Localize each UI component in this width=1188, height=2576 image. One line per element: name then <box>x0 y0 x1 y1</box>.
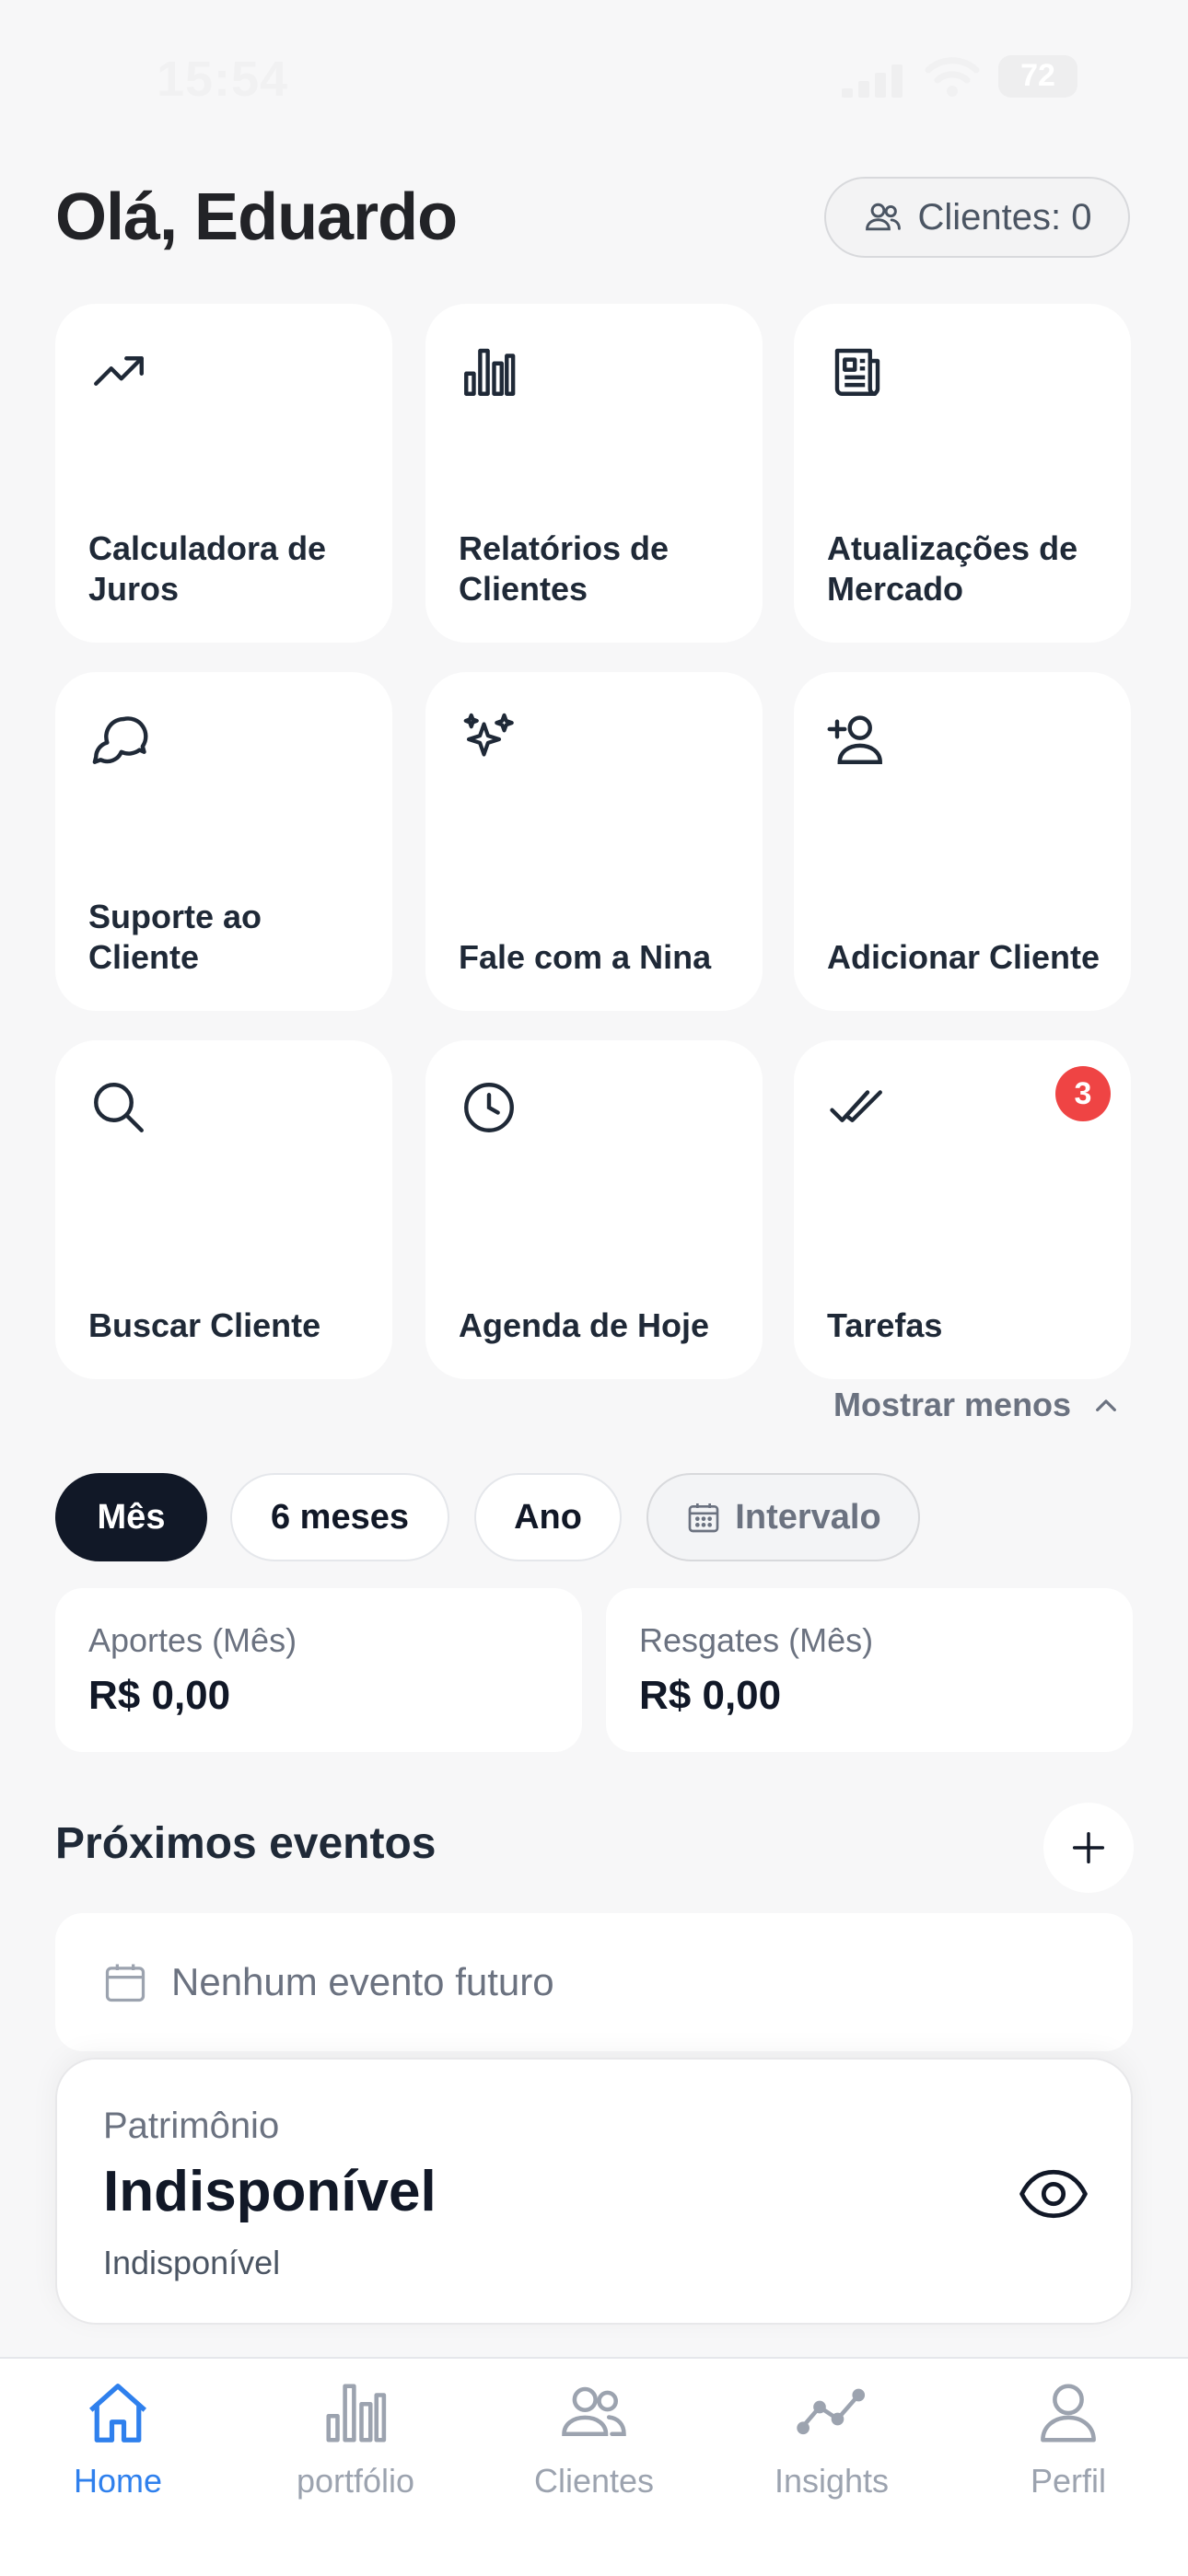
double-check-icon <box>830 1090 882 1122</box>
clients-count-button[interactable]: Clientes: 0 <box>824 177 1130 258</box>
greeting-title: Olá, Eduardo <box>55 180 458 254</box>
tab-portfolio[interactable]: portfólio <box>263 2377 448 2501</box>
users-icon <box>865 203 901 231</box>
add-event-button[interactable] <box>1043 1803 1134 1893</box>
signal-icon <box>842 64 903 98</box>
filter-year-label: Ano <box>514 1497 582 1537</box>
user-icon <box>1041 2384 1096 2443</box>
tasks-count-badge: 3 <box>1055 1066 1111 1121</box>
wifi-icon <box>925 57 980 97</box>
aportes-label: Aportes (Mês) <box>88 1621 297 1659</box>
tab-home[interactable]: Home <box>26 2377 210 2501</box>
events-empty-text: Nenhum evento futuro <box>171 1960 554 2003</box>
aportes-value: R$ 0,00 <box>88 1673 231 1718</box>
events-section-title: Próximos eventos <box>55 1819 437 1868</box>
tile-label: Tarefas <box>827 1306 943 1344</box>
search-icon <box>94 1083 144 1132</box>
tile-search-client[interactable]: Buscar Cliente <box>55 1040 392 1379</box>
patrimonio-value: Indisponível <box>103 2160 437 2223</box>
calendar-icon <box>105 1964 146 2002</box>
filter-six-months-chip[interactable]: 6 meses <box>230 1473 449 1561</box>
battery-level: 72 <box>1020 58 1055 93</box>
tile-label: Calculadora de Juros <box>88 529 327 608</box>
tab-label: Home <box>73 2462 163 2500</box>
tile-today-agenda[interactable]: Agenda de Hoje <box>425 1040 763 1379</box>
tile-client-reports[interactable]: Relatórios de Clientes <box>425 304 763 643</box>
bar-chart-icon <box>464 348 516 396</box>
tile-interest-calculator[interactable]: Calculadora de Juros <box>55 304 392 643</box>
trending-up-icon <box>94 356 144 386</box>
patrimonio-subtext: Indisponível <box>103 2244 281 2281</box>
resgates-label: Resgates (Mês) <box>639 1621 874 1659</box>
tile-label: Relatórios de Clientes <box>459 529 670 608</box>
tile-label: Suporte ao Cliente <box>88 898 262 976</box>
bottom-tab-bar: Home portfólio Clientes Insights Perfil <box>0 2357 1188 2576</box>
tab-label: Insights <box>774 2462 890 2500</box>
show-less-label: Mostrar menos <box>833 1386 1072 1423</box>
show-less-button[interactable]: Mostrar menos <box>833 1386 1121 1424</box>
bar-chart-icon <box>326 2384 387 2443</box>
patrimonio-label: Patrimônio <box>103 2106 280 2146</box>
tile-label: Fale com a Nina <box>459 938 712 976</box>
filter-six-months-label: 6 meses <box>270 1497 409 1537</box>
tile-customer-support[interactable]: Suporte ao Cliente <box>55 672 392 1011</box>
clients-count-label: Clientes: 0 <box>917 196 1092 238</box>
tab-profile[interactable]: Perfil <box>976 2377 1160 2501</box>
home-icon <box>89 2384 146 2443</box>
users-icon <box>562 2386 626 2437</box>
resgates-value: R$ 0,00 <box>639 1673 782 1718</box>
tab-label: Clientes <box>533 2462 655 2500</box>
status-time: 15:54 <box>157 52 289 107</box>
newspaper-icon <box>834 348 880 396</box>
aportes-card: Aportes (Mês) R$ 0,00 <box>55 1588 582 1752</box>
filter-month-chip[interactable]: Mês <box>55 1473 207 1561</box>
tab-label: portfólio <box>296 2462 415 2500</box>
tile-talk-to-nina[interactable]: Fale com a Nina <box>425 672 763 1011</box>
tile-label: Agenda de Hoje <box>459 1306 710 1344</box>
events-empty-state: Nenhum evento futuro <box>55 1913 1133 2051</box>
calendar-icon <box>688 1503 719 1533</box>
chevron-up-icon <box>1096 1399 1117 1411</box>
tile-tasks[interactable]: 3 Tarefas <box>794 1040 1131 1379</box>
tab-insights[interactable]: Insights <box>740 2377 924 2501</box>
resgates-card: Resgates (Mês) R$ 0,00 <box>606 1588 1133 1752</box>
sparkles-icon <box>463 713 514 757</box>
filter-month-label: Mês <box>97 1497 166 1537</box>
tile-market-updates[interactable]: Atualizações de Mercado <box>794 304 1131 643</box>
line-chart-icon <box>797 2388 866 2435</box>
status-bar: 15:54 72 <box>0 0 1188 157</box>
user-plus-icon <box>827 715 882 764</box>
battery-icon: 72 <box>998 55 1077 98</box>
patrimonio-card: Patrimônio Indisponível Indisponível <box>55 2058 1133 2325</box>
filter-interval-chip[interactable]: Intervalo <box>646 1473 920 1561</box>
chat-bubbles-icon <box>92 716 148 764</box>
tile-label: Atualizações de Mercado <box>827 529 1078 608</box>
eye-icon[interactable] <box>1019 2166 1089 2222</box>
tab-label: Perfil <box>1030 2462 1107 2500</box>
tab-clients[interactable]: Clientes <box>502 2377 686 2501</box>
tile-label: Buscar Cliente <box>88 1306 321 1344</box>
plus-icon <box>1072 1831 1105 1864</box>
clock-icon <box>464 1083 514 1132</box>
tile-label: Adicionar Cliente <box>827 938 1101 976</box>
filter-interval-label: Intervalo <box>735 1497 881 1537</box>
filter-year-chip[interactable]: Ano <box>474 1473 622 1561</box>
tile-add-client[interactable]: Adicionar Cliente <box>794 672 1131 1011</box>
